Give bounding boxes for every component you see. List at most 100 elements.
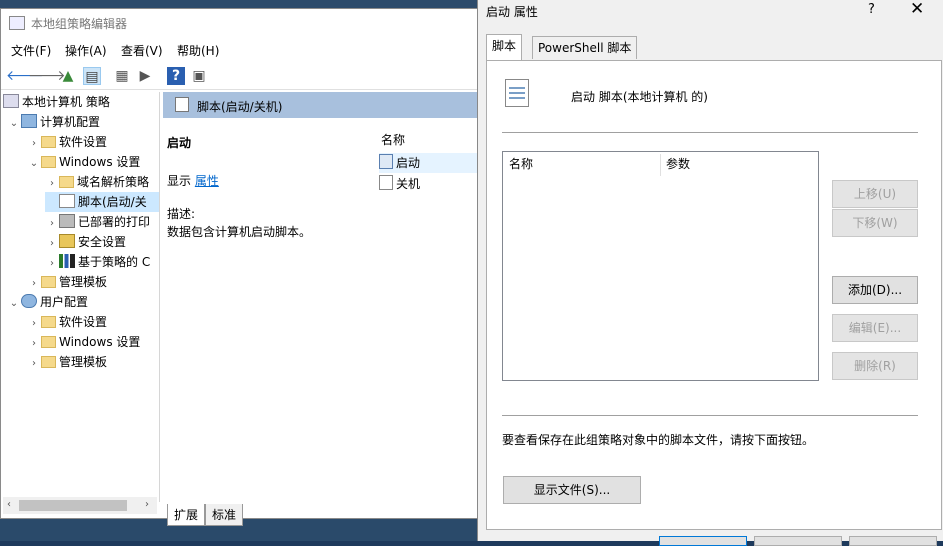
forward-arrow-icon[interactable]: 🡒 xyxy=(28,67,66,85)
tree-item-label: 软件设置 xyxy=(59,135,108,149)
content-header: 脚本(启动/关机) xyxy=(163,92,477,118)
show-tree-icon[interactable]: ▤ xyxy=(83,67,101,85)
tree-item-scripts[interactable]: 脚本(启动/关 xyxy=(45,192,159,212)
description-text: 数据包含计算机启动脚本。 xyxy=(167,225,312,239)
chevron-right-icon[interactable]: › xyxy=(27,334,41,354)
scripts-tab-panel: 启动 脚本(本地计算机 的) 名称 参数 上移(U) 下移(W) 添加(D)..… xyxy=(486,60,942,530)
show-files-button[interactable]: 显示文件(S)... xyxy=(503,476,641,504)
chevron-right-icon[interactable]: › xyxy=(45,174,59,194)
view-tabs: 扩展 标准 xyxy=(163,503,477,526)
tree-item-admin-templates[interactable]: › 管理模板 xyxy=(27,272,107,292)
separator xyxy=(502,415,918,416)
tab-extended[interactable]: 扩展 xyxy=(167,504,206,526)
app-icon xyxy=(9,16,25,30)
script-icon xyxy=(175,97,189,112)
chevron-right-icon[interactable]: › xyxy=(27,354,41,374)
help-icon[interactable]: ? xyxy=(167,67,185,85)
script-document-icon xyxy=(505,79,529,107)
close-icon[interactable]: ✕ xyxy=(910,0,924,19)
tree-item-label: 基于策略的 C xyxy=(78,255,151,269)
tree-item-label: 脚本(启动/关 xyxy=(78,195,147,209)
tree-item-user-admin-templates[interactable]: › 管理模板 xyxy=(27,352,107,372)
chevron-right-icon[interactable]: › xyxy=(45,254,59,274)
remove-button[interactable]: 删除(R) xyxy=(832,352,918,380)
dialog-help-button[interactable]: ? xyxy=(868,2,875,17)
folder-icon xyxy=(41,136,56,148)
chevron-down-icon[interactable]: ⌄ xyxy=(7,294,21,314)
tree-item-software-settings[interactable]: › 软件设置 xyxy=(27,132,107,152)
scripts-table[interactable]: 名称 参数 xyxy=(502,151,819,381)
menu-help[interactable]: 帮助(H) xyxy=(177,42,219,59)
back-arrow-icon[interactable]: 🡐 xyxy=(6,67,44,85)
tree-item-label: 安全设置 xyxy=(78,235,127,249)
export-list-icon[interactable]: ▦ xyxy=(113,67,131,85)
chevron-down-icon[interactable]: ⌄ xyxy=(27,154,41,174)
show-label: 显示 xyxy=(167,174,192,188)
tree-item-user-config[interactable]: ⌄ 用户配置 xyxy=(7,292,88,312)
policy-document-icon xyxy=(3,94,19,108)
scroll-left-icon[interactable]: ‹ xyxy=(7,499,11,510)
tree-item-name-resolution-policy[interactable]: › 域名解析策略 xyxy=(45,172,149,192)
add-button[interactable]: 添加(D)... xyxy=(832,276,918,304)
scripts-heading: 启动 脚本(本地计算机 的) xyxy=(571,90,708,104)
tree-item-label: 域名解析策略 xyxy=(77,175,150,189)
tree-item-security-settings[interactable]: › 安全设置 xyxy=(45,232,126,252)
tree-item-label: 管理模板 xyxy=(59,275,108,289)
navigation-tree: 本地计算机 策略 ⌄ 计算机配置 › 软件设置 ⌄ Windows 设置 › 域名解析策… xyxy=(1,92,160,502)
properties-link[interactable]: 属性 xyxy=(195,174,219,188)
description-label: 描述: xyxy=(167,207,196,221)
scripts-list: 名称 启动 关机 xyxy=(369,118,479,498)
tree-item-computer-config[interactable]: ⌄ 计算机配置 xyxy=(7,112,100,132)
tree-item-windows-settings[interactable]: ⌄ Windows 设置 xyxy=(27,152,141,174)
column-header-parameters[interactable]: 参数 xyxy=(660,152,690,176)
menu-action[interactable]: 操作(A) xyxy=(65,42,107,59)
tree-item-user-software-settings[interactable]: › 软件设置 xyxy=(27,312,107,332)
scrollbar-thumb[interactable] xyxy=(19,500,127,511)
extended-item-title: 启动 xyxy=(167,136,192,150)
scroll-right-icon[interactable]: › xyxy=(145,499,149,510)
chart-icon xyxy=(59,254,75,268)
chevron-right-icon[interactable]: › xyxy=(27,314,41,334)
filter-view-icon[interactable]: ▣ xyxy=(190,67,208,85)
cancel-button[interactable] xyxy=(754,536,842,546)
up-folder-icon[interactable]: ▲ xyxy=(59,67,77,85)
tree-horizontal-scrollbar[interactable]: ‹ › xyxy=(3,497,157,514)
computer-icon xyxy=(21,114,37,128)
column-header-name[interactable]: 名称 xyxy=(503,152,533,176)
tree-item-label: 软件设置 xyxy=(59,315,108,329)
tree-item-label: Windows 设置 xyxy=(59,155,141,169)
menu-file[interactable]: 文件(F) xyxy=(11,42,51,59)
tree-item-label: 管理模板 xyxy=(59,355,108,369)
folder-icon xyxy=(41,276,56,288)
content-header-title: 脚本(启动/关机) xyxy=(197,100,283,114)
folder-icon xyxy=(41,316,56,328)
move-up-button[interactable]: 上移(U) xyxy=(832,180,918,208)
tree-item-label: 本地计算机 策略 xyxy=(22,95,110,109)
list-column-name[interactable]: 名称 xyxy=(381,131,405,148)
tab-standard[interactable]: 标准 xyxy=(205,504,244,526)
chevron-down-icon[interactable]: ⌄ xyxy=(7,114,21,134)
tree-item-deployed-printers[interactable]: › 已部署的打印 xyxy=(45,212,150,232)
menu-view[interactable]: 查看(V) xyxy=(121,42,163,59)
list-item-shutdown[interactable]: 关机 xyxy=(379,174,479,194)
dialog-tabs: 脚本 PowerShell 脚本 xyxy=(486,34,942,60)
separator xyxy=(502,132,918,133)
chevron-right-icon[interactable]: › xyxy=(27,274,41,294)
tab-scripts[interactable]: 脚本 xyxy=(486,34,523,60)
apply-button[interactable] xyxy=(849,536,937,546)
tree-item-local-policy[interactable]: 本地计算机 策略 xyxy=(3,92,110,112)
ok-button[interactable] xyxy=(659,536,747,546)
tree-item-policy-based-qos[interactable]: › 基于策略的 C xyxy=(45,252,150,272)
folder-icon xyxy=(59,176,74,188)
properties-icon[interactable]: ▶ xyxy=(136,67,154,85)
edit-button[interactable]: 编辑(E)... xyxy=(832,314,918,342)
tab-powershell-scripts[interactable]: PowerShell 脚本 xyxy=(532,36,638,59)
chevron-right-icon[interactable]: › xyxy=(45,214,59,234)
move-down-button[interactable]: 下移(W) xyxy=(832,209,918,237)
group-policy-editor-window: 本地组策略编辑器 文件(F) 操作(A) 查看(V) 帮助(H) 🡐 🡒 ▲ ▤… xyxy=(0,8,479,526)
tree-item-user-windows-settings[interactable]: › Windows 设置 xyxy=(27,332,140,352)
list-item-startup[interactable]: 启动 xyxy=(379,153,479,173)
editor-titlebar: 本地组策略编辑器 xyxy=(1,9,477,37)
chevron-right-icon[interactable]: › xyxy=(27,134,41,154)
chevron-right-icon[interactable]: › xyxy=(45,234,59,254)
